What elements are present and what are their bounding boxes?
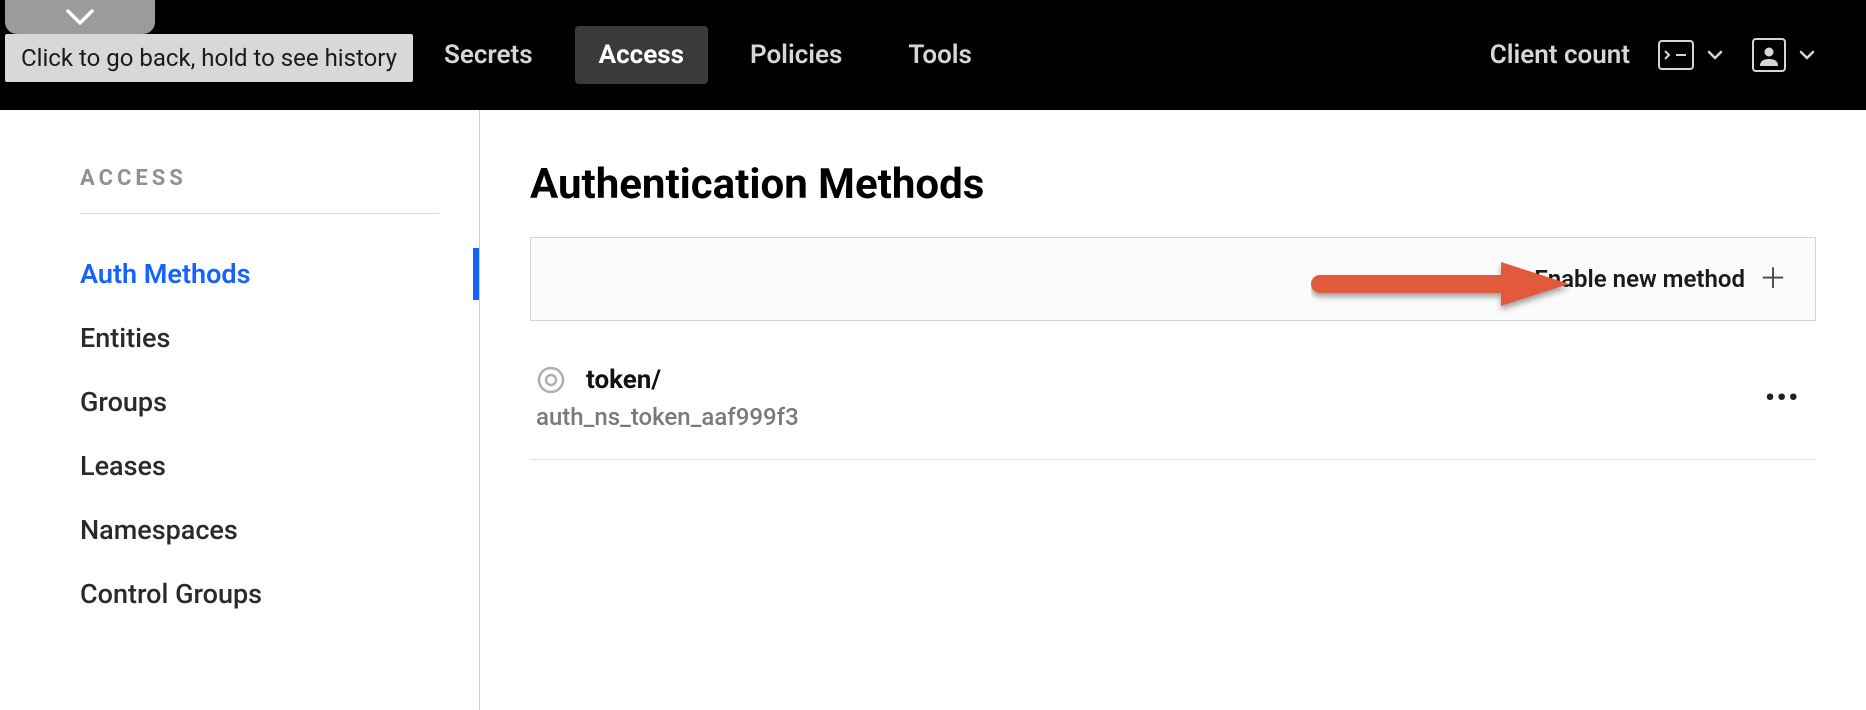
enable-new-method-button[interactable]: Enable new method ＋ [1534,265,1787,293]
page-title: Authentication Methods [530,160,1816,209]
sidebar-item-control-groups[interactable]: Control Groups [80,562,439,626]
auth-method-row[interactable]: token/ auth_ns_token_aaf999f3 ••• [530,357,1816,460]
nav-items: Secrets Access Policies Tools [420,26,996,84]
auth-method-id: auth_ns_token_aaf999f3 [536,403,799,431]
client-count-link[interactable]: Client count [1490,40,1630,70]
terminal-menu[interactable] [1658,40,1724,70]
main-content: Authentication Methods Enable new method… [480,110,1866,710]
nav-right: Client count [1490,38,1816,72]
top-nav: Click to go back, hold to see history Se… [0,0,1866,110]
chevron-down-icon [1798,46,1816,64]
sidebar: ACCESS Auth Methods Entities Groups Leas… [0,110,480,710]
action-bar: Enable new method ＋ [530,237,1816,321]
nav-item-policies[interactable]: Policies [726,26,866,84]
body-container: ACCESS Auth Methods Entities Groups Leas… [0,110,1866,710]
sidebar-heading: ACCESS [80,166,439,214]
nav-item-secrets[interactable]: Secrets [420,26,557,84]
sidebar-item-leases[interactable]: Leases [80,434,439,498]
ellipsis-icon: ••• [1765,383,1800,413]
back-button[interactable] [5,0,155,34]
chevron-down-icon [66,9,94,25]
sidebar-item-entities[interactable]: Entities [80,306,439,370]
arrow-annotation-icon [1311,262,1571,318]
back-tooltip: Click to go back, hold to see history [5,34,413,82]
user-menu[interactable] [1752,38,1816,72]
terminal-icon [1658,40,1694,70]
more-actions-button[interactable]: ••• [1765,383,1810,413]
nav-item-tools[interactable]: Tools [884,26,996,84]
auth-method-name: token/ [586,365,661,395]
sidebar-item-namespaces[interactable]: Namespaces [80,498,439,562]
plus-icon: ＋ [1759,265,1787,293]
sidebar-list: Auth Methods Entities Groups Leases Name… [80,242,439,626]
chevron-down-icon [1706,46,1724,64]
nav-item-access[interactable]: Access [575,26,708,84]
user-icon [1752,38,1786,72]
auth-method-info: token/ auth_ns_token_aaf999f3 [536,365,799,431]
sidebar-item-auth-methods[interactable]: Auth Methods [80,242,439,306]
token-icon [536,365,566,395]
sidebar-item-groups[interactable]: Groups [80,370,439,434]
